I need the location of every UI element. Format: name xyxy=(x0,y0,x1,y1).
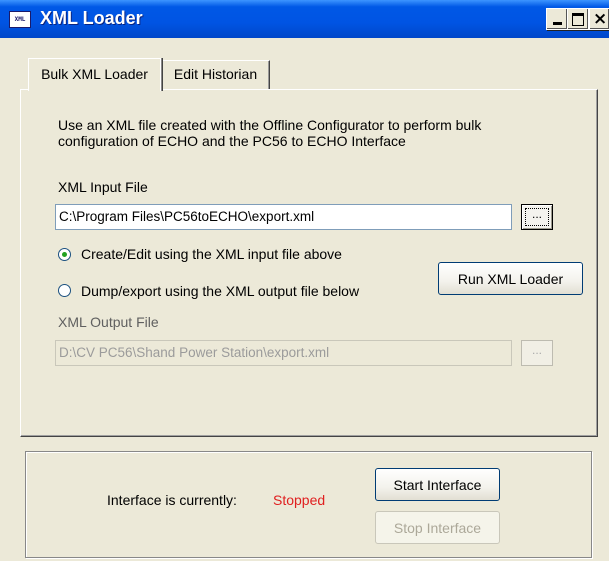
title-bar[interactable]: XML XML Loader × xyxy=(0,0,609,38)
xml-input-file-field[interactable]: C:\Program Files\PC56toECHO\export.xml xyxy=(55,204,512,230)
window-title: XML Loader xyxy=(40,8,143,28)
tab-edit-historian[interactable]: Edit Historian xyxy=(162,60,270,89)
output-browse-button[interactable]: ... xyxy=(521,340,553,366)
create-edit-radio[interactable] xyxy=(58,248,71,261)
description-line-2: configuration of ECHO and the PC56 to EC… xyxy=(58,133,406,149)
interface-status-value: Stopped xyxy=(273,492,326,508)
description-text: Use an XML file created with the Offline… xyxy=(58,117,578,149)
description-line-1: Use an XML file created with the Offline… xyxy=(58,117,482,133)
minimize-icon[interactable] xyxy=(546,8,568,30)
stop-interface-button[interactable]: Stop Interface xyxy=(375,511,500,544)
create-edit-radio-label[interactable]: Create/Edit using the XML input file abo… xyxy=(81,246,342,262)
dump-export-radio-label[interactable]: Dump/export using the XML output file be… xyxy=(81,283,359,299)
start-interface-button[interactable]: Start Interface xyxy=(375,468,500,501)
run-xml-loader-button[interactable]: Run XML Loader xyxy=(438,262,583,295)
interface-status-label: Interface is currently: xyxy=(107,492,237,508)
close-icon[interactable]: × xyxy=(589,8,609,30)
xml-loader-window: XML XML Loader × Bulk XML Loader Edit Hi… xyxy=(0,0,609,561)
dump-export-radio[interactable] xyxy=(58,284,71,297)
app-icon: XML xyxy=(9,11,31,28)
input-browse-button[interactable]: ... xyxy=(521,204,553,230)
maximize-icon[interactable] xyxy=(567,8,589,30)
tab-bulk-xml-loader[interactable]: Bulk XML Loader xyxy=(28,58,161,91)
xml-output-file-label: XML Output File xyxy=(58,314,159,330)
xml-input-file-label: XML Input File xyxy=(58,179,148,195)
close-glyph: × xyxy=(593,9,608,29)
xml-output-file-field[interactable]: D:\CV PC56\Shand Power Station\export.xm… xyxy=(55,340,512,366)
